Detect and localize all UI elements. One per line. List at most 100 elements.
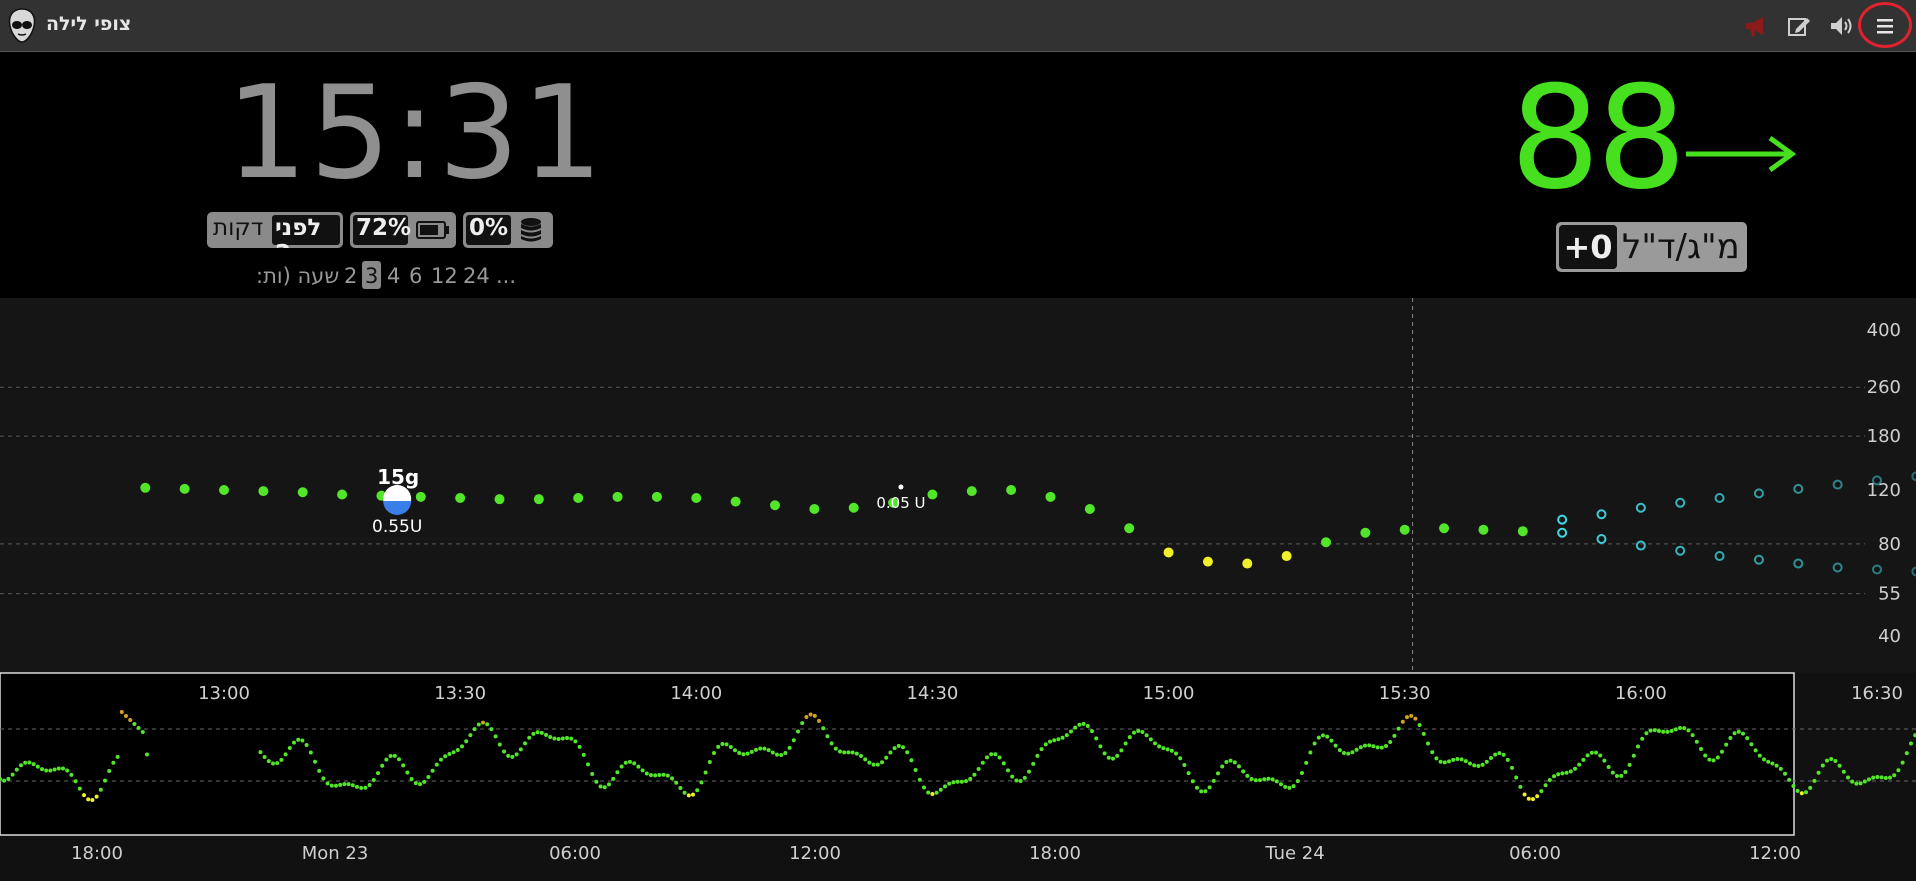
navigator-point — [791, 738, 796, 743]
navigator-point — [1686, 728, 1691, 733]
navigator-point — [1468, 761, 1472, 766]
bg-reading-point[interactable] — [1084, 504, 1095, 515]
bg-reading-point[interactable] — [494, 494, 505, 505]
navigator-point — [896, 743, 901, 748]
bg-reading-point[interactable] — [1281, 551, 1292, 562]
y-tick-label: 120 — [1867, 480, 1901, 501]
navigator-point — [1762, 757, 1766, 762]
bg-reading-point[interactable] — [1399, 524, 1410, 535]
bg-reading-point[interactable] — [927, 489, 938, 500]
navigator-point — [1514, 775, 1519, 780]
bg-reading-point[interactable] — [848, 502, 859, 513]
navigator-point — [1867, 777, 1871, 782]
navigator-point — [1006, 768, 1010, 773]
navigator-chart[interactable]: 13:00 13:30 14:00 14:30 15:00 15:30 16:00 16:30… — [0, 672, 1916, 881]
navigator-point — [1644, 731, 1649, 736]
bg-reading-point[interactable] — [140, 482, 151, 493]
bg-reading-point[interactable] — [1478, 524, 1489, 535]
navigator-point — [283, 752, 288, 757]
alien-face-icon[interactable] — [7, 8, 37, 44]
bg-reading-point[interactable] — [533, 494, 544, 505]
navigator-point — [577, 744, 582, 749]
navigator-point — [266, 759, 271, 764]
navigator-point — [787, 745, 792, 750]
time-ago-value: לפני 2 — [275, 215, 322, 248]
navigator-point — [808, 712, 813, 717]
navigator-point — [653, 773, 658, 778]
bg-reading-point[interactable] — [1045, 491, 1056, 502]
navigator-point — [1388, 739, 1393, 744]
bg-reading-point[interactable] — [730, 496, 741, 507]
bg-reading-point[interactable] — [1202, 556, 1213, 567]
navigator-point — [1556, 772, 1561, 777]
navigator-point — [884, 755, 889, 760]
bg-reading-point[interactable] — [573, 492, 584, 503]
navigator-point — [1472, 763, 1477, 768]
bg-reading-point[interactable] — [337, 489, 348, 500]
navigator-point — [86, 797, 91, 802]
app-title: צופי לילה — [46, 13, 132, 35]
glucose-chart[interactable]: 400260180120805540 15g0.55U0.05 U — [0, 298, 1916, 673]
bg-reading-point[interactable] — [651, 491, 662, 502]
zoom-option-2[interactable]: 2 — [344, 264, 357, 288]
bg-reading-point[interactable] — [1321, 537, 1331, 548]
navigator-point — [1031, 761, 1036, 766]
navigator-point — [1791, 783, 1796, 788]
zoom-option-24[interactable]: 24 — [463, 264, 490, 288]
navigator-point — [388, 753, 393, 758]
navigator-x-tick-label: 06:00 — [549, 843, 601, 864]
navigator-point — [976, 767, 981, 772]
navigator-point — [10, 772, 15, 777]
zoom-option-12[interactable]: 12 — [431, 264, 458, 288]
bg-reading-point[interactable] — [1242, 558, 1253, 569]
bg-reading-point[interactable] — [809, 504, 820, 515]
bg-reading-point[interactable] — [455, 492, 466, 503]
navigator-point — [1888, 775, 1892, 780]
navigator-point — [1270, 777, 1275, 782]
bg-reading-point[interactable] — [770, 500, 780, 511]
navigator-point — [397, 757, 401, 762]
bg-reading-point[interactable] — [966, 486, 977, 497]
navigator-point — [136, 726, 141, 730]
navigator-point — [443, 754, 448, 759]
speaker-icon[interactable] — [1828, 13, 1854, 39]
insulin-treatment-icon[interactable] — [898, 484, 904, 490]
navigator-selection[interactable] — [0, 672, 1795, 836]
zoom-option-3[interactable]: 3 — [365, 264, 378, 288]
navigator-point — [1195, 785, 1199, 790]
clock: 15:31 — [226, 59, 605, 208]
zoom-option-4[interactable]: 4 — [387, 264, 400, 288]
bg-reading-point[interactable] — [1163, 547, 1174, 558]
bg-reading-point[interactable] — [1360, 527, 1371, 538]
navigator-point — [287, 746, 292, 751]
edit-icon[interactable] — [1786, 13, 1812, 39]
navigator-point — [775, 752, 779, 757]
navigator-point — [1333, 743, 1338, 748]
bg-reading-point[interactable] — [219, 485, 229, 496]
bg-reading-point[interactable] — [1124, 523, 1135, 534]
bg-reading-point[interactable] — [1439, 523, 1450, 534]
navigator-point — [875, 762, 880, 767]
bg-reading-point[interactable] — [691, 492, 702, 503]
navigator-point — [859, 754, 863, 759]
bg-reading-point[interactable] — [258, 486, 269, 497]
megaphone-icon[interactable] — [1743, 13, 1769, 39]
navigator-point — [422, 779, 427, 784]
navigator-point — [909, 758, 914, 763]
navigator-point — [1060, 735, 1065, 740]
navigator-point — [325, 781, 330, 786]
bg-reading-point[interactable] — [297, 487, 308, 498]
bg-reading-point[interactable] — [415, 491, 426, 502]
navigator-point — [1363, 743, 1367, 748]
navigator-point — [1476, 764, 1481, 769]
bg-reading-point[interactable] — [1517, 526, 1528, 537]
zoom-option-6[interactable]: 6 — [409, 264, 422, 288]
navigator-point — [1489, 755, 1493, 760]
bg-reading-point[interactable] — [612, 491, 623, 502]
bg-reading-point[interactable] — [1006, 485, 1017, 496]
bg-reading-point[interactable] — [179, 483, 190, 494]
navigator-point — [699, 780, 704, 785]
navigator-point — [1337, 748, 1342, 753]
navigator-point — [98, 787, 103, 792]
zoom-option-more[interactable]: ... — [496, 264, 516, 288]
